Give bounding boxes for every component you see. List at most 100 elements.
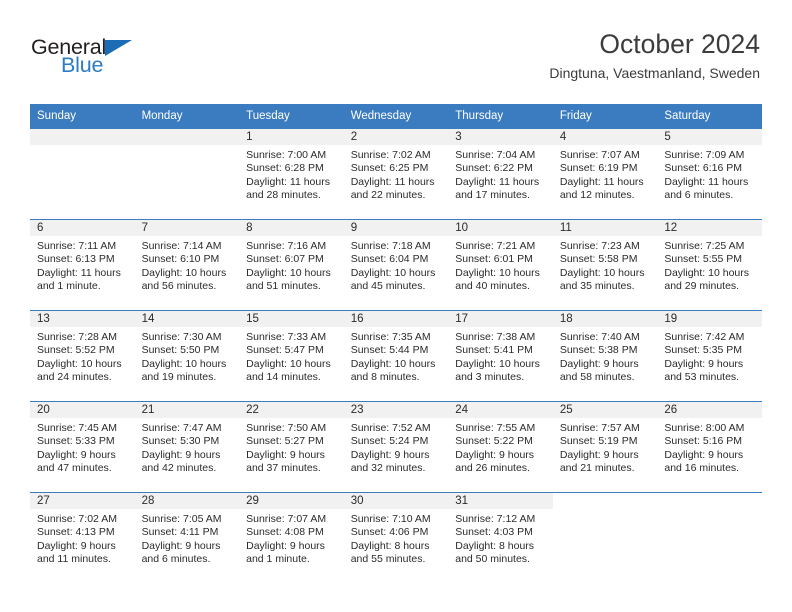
calendar-cell-inner: 31 Sunrise: 7:12 AM Sunset: 4:03 PM Dayligh… bbox=[448, 493, 553, 583]
calendar-day-cell[interactable]: 30 Sunrise: 7:10 AM Sunset: 4:06 PM Dayligh… bbox=[343, 492, 449, 583]
daylight-text-line1: Daylight: 10 hours bbox=[559, 266, 645, 279]
calendar-day-cell[interactable]: 9 Sunrise: 7:18 AM Sunset: 6:04 PM Daylight… bbox=[343, 219, 449, 311]
daylight-text-line1: Daylight: 10 hours bbox=[37, 357, 122, 370]
sunrise-text: Sunrise: 7:35 AM bbox=[350, 331, 431, 343]
daylight-text-line2: and 53 minutes. bbox=[664, 370, 740, 383]
calendar-day-cell[interactable]: 24 Sunrise: 7:55 AM Sunset: 5:22 PM Dayligh… bbox=[448, 401, 553, 493]
day-number: 25 bbox=[552, 402, 658, 418]
calendar-table: Sunday Monday Tuesday Wednesday Thursday… bbox=[30, 104, 762, 583]
daylight-text-line1: Daylight: 11 hours bbox=[350, 175, 435, 188]
calendar-cell-inner: 1 Sunrise: 7:00 AM Sunset: 6:28 PM Daylight… bbox=[239, 129, 344, 219]
calendar-day-cell[interactable]: 31 Sunrise: 7:12 AM Sunset: 4:03 PM Dayligh… bbox=[448, 492, 553, 583]
calendar-day-cell[interactable]: 5 Sunrise: 7:09 AM Sunset: 6:16 PM Daylight… bbox=[657, 129, 762, 220]
day-details: Sunrise: 7:38 AM Sunset: 5:41 PM Daylight:… bbox=[448, 327, 553, 384]
calendar-day-cell[interactable]: 8 Sunrise: 7:16 AM Sunset: 6:07 PM Daylight… bbox=[239, 219, 344, 311]
calendar-cell-empty bbox=[657, 492, 762, 583]
daylight-text-line2: and 58 minutes. bbox=[559, 370, 635, 383]
daylight-text-line1: Daylight: 9 hours bbox=[350, 448, 430, 461]
daylight-text-line1: Daylight: 10 hours bbox=[350, 266, 436, 279]
calendar-cell-inner: 21 Sunrise: 7:47 AM Sunset: 5:30 PM Dayligh… bbox=[134, 402, 240, 492]
calendar-cell-inner: 22 Sunrise: 7:50 AM Sunset: 5:27 PM Dayligh… bbox=[239, 402, 344, 492]
sunrise-text: Sunrise: 7:47 AM bbox=[141, 422, 222, 434]
calendar-day-cell[interactable]: 28 Sunrise: 7:05 AM Sunset: 4:11 PM Dayligh… bbox=[134, 492, 240, 583]
daylight-text-line1: Daylight: 9 hours bbox=[455, 448, 535, 461]
day-number: 27 bbox=[30, 493, 135, 509]
calendar-day-cell[interactable]: 2 Sunrise: 7:02 AM Sunset: 6:25 PM Daylight… bbox=[343, 129, 449, 220]
calendar-day-cell[interactable]: 16 Sunrise: 7:35 AM Sunset: 5:44 PM Dayligh… bbox=[343, 310, 449, 402]
daylight-text-line2: and 26 minutes. bbox=[455, 461, 530, 474]
calendar-day-cell[interactable]: 11 Sunrise: 7:23 AM Sunset: 5:58 PM Dayligh… bbox=[552, 219, 658, 311]
daylight-text-line2: and 55 minutes. bbox=[350, 552, 426, 565]
daylight-text-line2: and 21 minutes. bbox=[559, 461, 635, 474]
calendar-day-cell[interactable]: 21 Sunrise: 7:47 AM Sunset: 5:30 PM Dayligh… bbox=[134, 401, 240, 493]
calendar-day-cell[interactable]: 18 Sunrise: 7:40 AM Sunset: 5:38 PM Dayligh… bbox=[552, 310, 658, 402]
daylight-text-line2: and 8 minutes. bbox=[350, 370, 420, 383]
day-number: 15 bbox=[239, 311, 344, 327]
calendar-day-cell[interactable]: 15 Sunrise: 7:33 AM Sunset: 5:47 PM Dayligh… bbox=[239, 310, 344, 402]
weekday-header-friday: Friday bbox=[552, 104, 658, 129]
calendar-day-cell[interactable]: 14 Sunrise: 7:30 AM Sunset: 5:50 PM Dayligh… bbox=[134, 310, 240, 402]
sunset-text: Sunset: 5:16 PM bbox=[664, 435, 743, 448]
weekday-header-thursday: Thursday bbox=[448, 104, 553, 129]
sunset-text: Sunset: 5:58 PM bbox=[559, 253, 638, 266]
calendar-day-cell[interactable]: 6 Sunrise: 7:11 AM Sunset: 6:13 PM Daylight… bbox=[30, 219, 135, 311]
calendar-day-cell[interactable]: 22 Sunrise: 7:50 AM Sunset: 5:27 PM Dayligh… bbox=[239, 401, 344, 493]
calendar-week-row: 1 Sunrise: 7:00 AM Sunset: 6:28 PM Daylight… bbox=[30, 129, 762, 220]
calendar-day-cell[interactable]: 19 Sunrise: 7:42 AM Sunset: 5:35 PM Dayligh… bbox=[657, 310, 762, 402]
sunset-text: Sunset: 5:38 PM bbox=[559, 344, 638, 357]
day-details: Sunrise: 7:16 AM Sunset: 6:07 PM Daylight:… bbox=[239, 236, 344, 293]
sunrise-text: Sunrise: 7:28 AM bbox=[37, 331, 117, 343]
daylight-text-line1: Daylight: 9 hours bbox=[664, 448, 744, 461]
calendar-day-cell[interactable]: 1 Sunrise: 7:00 AM Sunset: 6:28 PM Daylight… bbox=[239, 129, 344, 220]
day-details: Sunrise: 7:52 AM Sunset: 5:24 PM Daylight:… bbox=[344, 418, 449, 475]
day-details: Sunrise: 7:05 AM Sunset: 4:11 PM Daylight:… bbox=[135, 509, 240, 566]
calendar-cell-inner: 4 Sunrise: 7:07 AM Sunset: 6:19 PM Daylight… bbox=[552, 129, 658, 219]
sunrise-text: Sunrise: 7:55 AM bbox=[455, 422, 536, 434]
calendar-day-cell[interactable]: 29 Sunrise: 7:07 AM Sunset: 4:08 PM Dayligh… bbox=[239, 492, 344, 583]
calendar-cell-inner: 6 Sunrise: 7:11 AM Sunset: 6:13 PM Daylight… bbox=[30, 220, 135, 310]
calendar-cell-empty bbox=[134, 129, 240, 220]
calendar-day-cell[interactable]: 20 Sunrise: 7:45 AM Sunset: 5:33 PM Dayligh… bbox=[30, 401, 135, 493]
calendar-day-cell[interactable]: 3 Sunrise: 7:04 AM Sunset: 6:22 PM Daylight… bbox=[448, 129, 553, 220]
sunrise-text: Sunrise: 8:00 AM bbox=[664, 422, 745, 434]
day-number: 3 bbox=[448, 129, 553, 145]
sunset-text: Sunset: 4:13 PM bbox=[37, 526, 115, 539]
sunrise-text: Sunrise: 7:02 AM bbox=[350, 149, 431, 161]
sunrise-text: Sunrise: 7:16 AM bbox=[246, 240, 327, 252]
calendar-cell-inner: 2 Sunrise: 7:02 AM Sunset: 6:25 PM Daylight… bbox=[343, 129, 449, 219]
sunset-text: Sunset: 5:27 PM bbox=[246, 435, 324, 448]
sunrise-text: Sunrise: 7:38 AM bbox=[455, 331, 536, 343]
day-details: Sunrise: 7:35 AM Sunset: 5:44 PM Daylight:… bbox=[344, 327, 449, 384]
general-blue-logo[interactable]: General Blue bbox=[31, 36, 171, 82]
day-number: 10 bbox=[448, 220, 553, 236]
day-details: Sunrise: 7:00 AM Sunset: 6:28 PM Daylight:… bbox=[239, 145, 344, 202]
day-number bbox=[30, 129, 135, 145]
calendar-day-cell[interactable]: 27 Sunrise: 7:02 AM Sunset: 4:13 PM Dayligh… bbox=[30, 492, 135, 583]
calendar-cell-empty bbox=[552, 492, 658, 583]
calendar-day-cell[interactable]: 25 Sunrise: 7:57 AM Sunset: 5:19 PM Dayligh… bbox=[552, 401, 658, 493]
day-number: 28 bbox=[134, 493, 240, 509]
calendar-cell-inner: 15 Sunrise: 7:33 AM Sunset: 5:47 PM Dayligh… bbox=[239, 311, 344, 401]
calendar-week-row: 27 Sunrise: 7:02 AM Sunset: 4:13 PM Dayligh… bbox=[30, 492, 762, 583]
calendar-day-cell[interactable]: 13 Sunrise: 7:28 AM Sunset: 5:52 PM Dayligh… bbox=[30, 310, 135, 402]
day-number: 12 bbox=[657, 220, 762, 236]
daylight-text-line1: Daylight: 9 hours bbox=[141, 539, 221, 552]
calendar-day-cell[interactable]: 10 Sunrise: 7:21 AM Sunset: 6:01 PM Dayligh… bbox=[448, 219, 553, 311]
daylight-text-line1: Daylight: 9 hours bbox=[37, 448, 116, 461]
calendar-day-cell[interactable]: 12 Sunrise: 7:25 AM Sunset: 5:55 PM Dayligh… bbox=[657, 219, 762, 311]
sunset-text: Sunset: 5:22 PM bbox=[455, 435, 533, 448]
sunset-text: Sunset: 6:28 PM bbox=[246, 162, 324, 175]
calendar-day-cell[interactable]: 17 Sunrise: 7:38 AM Sunset: 5:41 PM Dayligh… bbox=[448, 310, 553, 402]
day-details: Sunrise: 7:33 AM Sunset: 5:47 PM Daylight:… bbox=[239, 327, 344, 384]
daylight-text-line2: and 51 minutes. bbox=[246, 279, 321, 292]
calendar-cell-inner: 9 Sunrise: 7:18 AM Sunset: 6:04 PM Daylight… bbox=[343, 220, 449, 310]
calendar-day-cell[interactable]: 26 Sunrise: 8:00 AM Sunset: 5:16 PM Dayligh… bbox=[657, 401, 762, 493]
calendar-day-cell[interactable]: 4 Sunrise: 7:07 AM Sunset: 6:19 PM Daylight… bbox=[552, 129, 658, 220]
sunset-text: Sunset: 5:55 PM bbox=[664, 253, 743, 266]
sunrise-text: Sunrise: 7:57 AM bbox=[559, 422, 640, 434]
calendar-day-cell[interactable]: 7 Sunrise: 7:14 AM Sunset: 6:10 PM Daylight… bbox=[134, 219, 240, 311]
day-number bbox=[657, 493, 762, 509]
calendar-day-cell[interactable]: 23 Sunrise: 7:52 AM Sunset: 5:24 PM Dayligh… bbox=[343, 401, 449, 493]
day-number: 2 bbox=[343, 129, 449, 145]
day-details: Sunrise: 7:28 AM Sunset: 5:52 PM Daylight:… bbox=[30, 327, 135, 384]
